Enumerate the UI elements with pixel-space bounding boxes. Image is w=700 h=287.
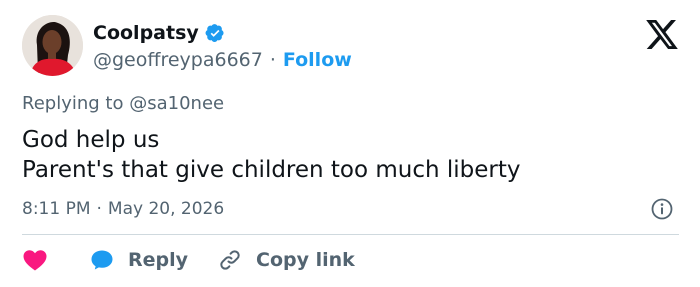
copy-link-button[interactable]: Copy link bbox=[218, 248, 355, 272]
tweet-card: Coolpatsy @geoffreypa6667 · Follow Reply… bbox=[0, 0, 700, 287]
copy-link-label: Copy link bbox=[256, 249, 355, 271]
tweet-timestamp[interactable]: 8:11 PM · May 20, 2026 bbox=[22, 197, 224, 221]
name-row: Coolpatsy bbox=[93, 20, 225, 46]
like-button[interactable] bbox=[22, 248, 48, 272]
action-bar: Reply Copy link bbox=[22, 246, 355, 274]
verified-badge-icon bbox=[205, 23, 225, 43]
handle-separator: · bbox=[269, 49, 276, 71]
tweet-time: 8:11 PM bbox=[22, 199, 91, 219]
replying-to-line: Replying to @sa10nee bbox=[22, 93, 224, 114]
timestamp-separator: · bbox=[96, 199, 102, 219]
tweet-date: May 20, 2026 bbox=[107, 199, 225, 219]
reply-label: Reply bbox=[128, 249, 189, 271]
author-handle[interactable]: @geoffreypa6667 bbox=[93, 49, 263, 71]
reply-button[interactable]: Reply bbox=[90, 249, 188, 271]
avatar[interactable] bbox=[22, 15, 83, 76]
reply-bubble-icon bbox=[91, 250, 113, 270]
tweet-text: God help us Parent's that give children … bbox=[22, 125, 521, 185]
heart-icon bbox=[23, 250, 47, 271]
link-icon bbox=[220, 250, 240, 270]
handle-row: @geoffreypa6667 · Follow bbox=[93, 48, 352, 72]
follow-button[interactable]: Follow bbox=[283, 49, 352, 71]
replying-to-prefix: Replying to bbox=[22, 93, 124, 114]
tweet-line: Parent's that give children too much lib… bbox=[22, 157, 521, 183]
info-icon[interactable] bbox=[651, 198, 673, 220]
divider bbox=[22, 234, 679, 235]
tweet-line: God help us bbox=[22, 127, 160, 153]
avatar-image bbox=[22, 15, 83, 76]
display-name[interactable]: Coolpatsy bbox=[93, 22, 199, 44]
x-logo-icon[interactable] bbox=[646, 20, 678, 49]
replying-to-handle[interactable]: @sa10nee bbox=[129, 93, 224, 114]
